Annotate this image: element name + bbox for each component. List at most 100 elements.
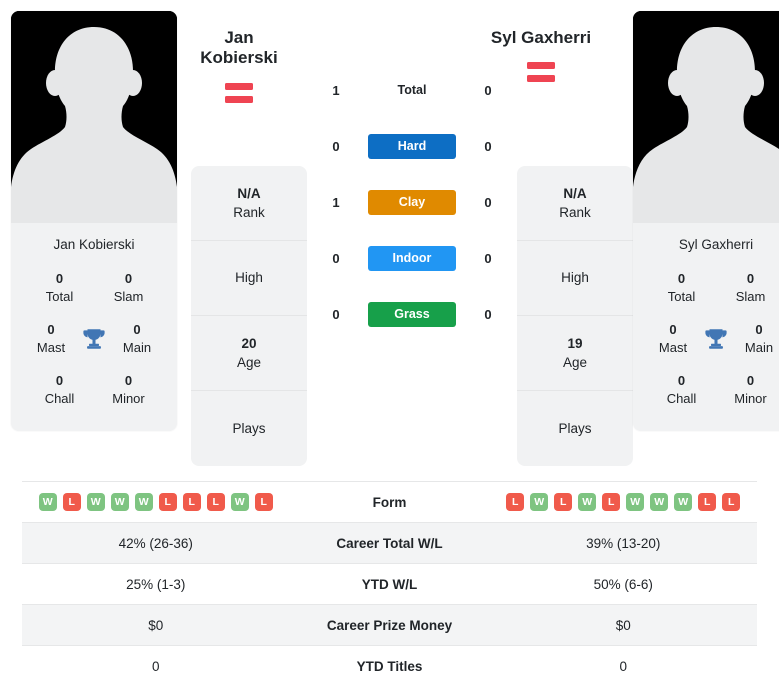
- player-comparison-page: Jan Kobierski 0 Total 0 Slam 0 Mast 0 Ma…: [0, 0, 779, 699]
- info-age-label-right: Age: [562, 354, 588, 370]
- career-prize-money-left: $0: [148, 617, 164, 633]
- player-info-card-right: N/A Rank High 19 Age Plays: [517, 166, 633, 466]
- career-total-wl-right: 39% (13-20): [586, 535, 661, 551]
- table-row-career-total-wl: 42% (26-36) Career Total W/L 39% (13-20): [22, 522, 757, 563]
- titles-total-value-right: 0: [677, 271, 686, 286]
- info-high-label-right: High: [561, 270, 589, 286]
- titles-total-label-left: Total: [45, 288, 74, 304]
- surface-indoor-badge[interactable]: Indoor: [368, 245, 456, 271]
- table-label-ytd-titles: YTD Titles: [356, 658, 423, 674]
- titles-main-left: 0 Main: [111, 321, 163, 356]
- player-avatar-left: [11, 11, 177, 223]
- titles-mast-label-right: Mast: [658, 339, 688, 355]
- form-badge-right-2: L: [554, 493, 573, 511]
- surface-row-grass: 0 Grass 0: [321, 286, 503, 342]
- form-badge-left-1: L: [62, 493, 81, 511]
- titles-mast-right: 0 Mast: [647, 321, 699, 356]
- info-plays-left: Plays: [191, 391, 307, 466]
- surface-grass-badge[interactable]: Grass: [368, 301, 456, 327]
- surface-row-indoor: 0 Indoor 0: [321, 230, 503, 286]
- player-card-right[interactable]: Syl Gaxherri 0 Total 0 Slam 0 Mast 0 Mai…: [633, 11, 779, 432]
- titles-main-label-right: Main: [744, 339, 774, 355]
- table-row-career-prize-money: $0 Career Prize Money $0: [22, 604, 757, 645]
- titles-row-total-slam-right: 0 Total 0 Slam: [639, 264, 779, 315]
- table-label-form: Form: [372, 494, 407, 510]
- titles-chall-value-right: 0: [677, 373, 686, 389]
- titles-chall-label-right: Chall: [666, 390, 697, 406]
- titles-minor-value-left: 0: [124, 373, 133, 389]
- info-rank-value-left: N/A: [237, 185, 261, 201]
- info-rank-right: N/A Rank: [517, 166, 633, 241]
- surface-clay-right-value: 0: [484, 194, 492, 210]
- titles-slam-left: 0 Slam: [94, 270, 163, 305]
- form-badge-left-5: L: [158, 493, 177, 511]
- surface-grass-label-wrap: Grass: [351, 301, 473, 327]
- form-badges-right: LWLWLWWWLL: [490, 493, 758, 511]
- titles-slam-label-left: Slam: [113, 288, 144, 304]
- form-badge-left-0: W: [38, 493, 57, 511]
- info-rank-label-left: Rank: [233, 204, 265, 220]
- titles-row-chall-minor-left: 0 Chall 0 Minor: [17, 366, 171, 417]
- career-prize-money-right: $0: [615, 617, 631, 633]
- player-name-line-2-left: Kobierski: [200, 48, 278, 68]
- player-info-card-left: N/A Rank High 20 Age Plays: [191, 166, 307, 466]
- table-label-career-prize-money: Career Prize Money: [326, 617, 453, 633]
- info-age-label-left: Age: [236, 354, 262, 370]
- player-name-header-left[interactable]: Jan Kobierski: [181, 28, 297, 103]
- table-row-ytd-titles: 0 YTD Titles 0: [22, 645, 757, 686]
- table-row-ytd-wl: 25% (1-3) YTD W/L 50% (6-6): [22, 563, 757, 604]
- trophy-icon: [77, 326, 111, 352]
- info-plays-label-right: Plays: [558, 420, 592, 436]
- surface-hard-left-value: 0: [332, 138, 340, 154]
- surface-row-hard: 0 Hard 0: [321, 118, 503, 174]
- surface-clay-badge[interactable]: Clay: [368, 189, 456, 215]
- info-age-left: 20 Age: [191, 316, 307, 391]
- trophy-icon: [699, 326, 733, 352]
- player-titles-left: 0 Total 0 Slam 0 Mast 0 Main 0 Chall 0 M…: [11, 264, 177, 432]
- table-label-career-total-wl: Career Total W/L: [336, 535, 443, 551]
- surface-total-left-value: 1: [332, 82, 340, 98]
- player-titles-right: 0 Total 0 Slam 0 Mast 0 Main 0 Chall 0 M…: [633, 264, 779, 432]
- info-age-right: 19 Age: [517, 316, 633, 391]
- info-rank-value-right: N/A: [563, 185, 587, 201]
- surface-total-right-value: 0: [484, 82, 492, 98]
- player-card-left[interactable]: Jan Kobierski 0 Total 0 Slam 0 Mast 0 Ma…: [11, 11, 177, 432]
- titles-main-value-left: 0: [133, 322, 141, 338]
- titles-main-value-right: 0: [755, 322, 763, 338]
- titles-minor-label-left: Minor: [112, 390, 145, 406]
- ytd-wl-left: 25% (1-3): [126, 576, 186, 592]
- titles-chall-left: 0 Chall: [25, 372, 94, 407]
- surface-row-clay: 1 Clay 0: [321, 174, 503, 230]
- surface-hard-label-wrap: Hard: [351, 133, 473, 159]
- career-total-wl-left: 42% (26-36): [118, 535, 193, 551]
- info-high-label-left: High: [235, 270, 263, 286]
- player-card-name-right: Syl Gaxherri: [633, 223, 779, 264]
- titles-chall-value-left: 0: [55, 373, 64, 389]
- surface-indoor-left-value: 0: [332, 250, 340, 266]
- titles-total-value-left: 0: [55, 271, 64, 286]
- titles-mast-value-right: 0: [669, 322, 677, 338]
- form-badge-right-4: L: [602, 493, 621, 511]
- form-badge-left-4: W: [134, 493, 153, 511]
- titles-row-mast-main-left: 0 Mast 0 Main: [17, 315, 171, 366]
- form-badge-right-0: L: [506, 493, 525, 511]
- titles-mast-value-left: 0: [47, 322, 55, 338]
- titles-slam-value-right: 0: [746, 271, 755, 286]
- table-row-form: WLWWWLLLWL Form LWLWLWWWLL: [22, 481, 757, 522]
- ytd-wl-right: 50% (6-6): [593, 576, 653, 592]
- player-name-line-1-left: Jan: [224, 28, 254, 47]
- form-badge-left-2: W: [86, 493, 105, 511]
- surface-clay-left-value: 1: [332, 194, 340, 210]
- surface-comparison-column: 1 Total 0 0 Hard 0 1 Clay 0 0 Indoor 0 0…: [321, 62, 503, 342]
- titles-mast-left: 0 Mast: [25, 321, 77, 356]
- surface-hard-badge[interactable]: Hard: [368, 133, 456, 159]
- player-name-line-1-right: Syl Gaxherri: [490, 28, 592, 47]
- titles-minor-left: 0 Minor: [94, 372, 163, 407]
- info-high-right: High: [517, 241, 633, 316]
- info-rank-left: N/A Rank: [191, 166, 307, 241]
- player-name-header-right[interactable]: Syl Gaxherri: [482, 28, 600, 83]
- form-badge-left-6: L: [182, 493, 201, 511]
- titles-minor-label-right: Minor: [734, 390, 767, 406]
- form-badge-right-8: L: [698, 493, 717, 511]
- comparison-stats-table: WLWWWLLLWL Form LWLWLWWWLL 42% (26-36) C…: [22, 481, 757, 686]
